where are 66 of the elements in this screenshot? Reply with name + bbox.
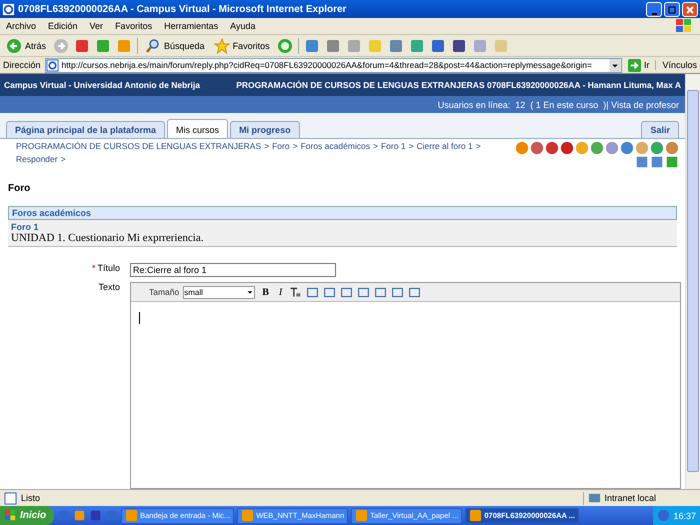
breadcrumb-link[interactable]: Responder (16, 154, 58, 164)
windows-logo-icon (674, 18, 694, 34)
text-label: Texto (98, 282, 120, 292)
menu-item[interactable]: Favoritos (115, 21, 152, 31)
links-label[interactable]: Vínculos (655, 60, 697, 70)
status-text: Listo (21, 493, 40, 503)
menu-item[interactable]: Ver (90, 21, 104, 31)
title-label: Título (97, 263, 120, 273)
breadcrumb-link[interactable]: Foros académicos (300, 141, 370, 151)
title-input[interactable]: Re:Cierre al foro 1 (130, 263, 336, 277)
logout-button[interactable]: Salir (641, 121, 679, 138)
menu-item[interactable]: Herramientas (164, 21, 218, 31)
clock: 16:37 (673, 510, 696, 520)
go-button[interactable]: Ir (626, 58, 652, 72)
menu-item[interactable]: Ayuda (230, 21, 256, 31)
online-users-text: Usuarios en línea: 12 ( 1 En este curso )| Vista de profesor (438, 100, 679, 110)
minimize-icon (652, 12, 656, 14)
breadcrumb-link[interactable]: Cierre al foro 1 (416, 141, 473, 151)
breadcrumb-link[interactable]: Foro (272, 141, 290, 151)
minimize-button[interactable] (646, 2, 662, 16)
tab[interactable]: Mis cursos (167, 119, 228, 138)
breadcrumb-separator: > (408, 141, 414, 151)
forum-description: UNIDAD 1. Cuestionario Mi exprreriencia. (11, 232, 204, 244)
tab[interactable]: Página principal de la plataforma (6, 121, 166, 138)
breadcrumb-separator: > (264, 141, 270, 151)
bold-button[interactable]: B (259, 286, 272, 298)
page-icon (4, 492, 17, 504)
page-heading: Foro (7, 182, 32, 196)
zone-text: Intranet local (604, 493, 656, 503)
maximize-button[interactable] (664, 2, 680, 16)
windows-logo-icon (4, 509, 17, 522)
favorites-button[interactable]: Favoritos (212, 38, 272, 54)
scrollbar[interactable] (685, 74, 700, 489)
forward-icon[interactable] (53, 38, 70, 54)
breadcrumb-separator: > (476, 141, 481, 151)
course-title: PROGRAMACIÓN DE CURSOS DE LENGUAS EXTRANJERAS 0708FL63920000026AA - Hamann Lituma, Max A (236, 80, 681, 90)
dropdown-icon[interactable] (608, 58, 621, 72)
site-title: Campus Virtual - Universidad Antonio de Nebrija (4, 80, 200, 90)
address-label: Dirección (3, 60, 41, 70)
breadcrumb-link[interactable]: PROGRAMACIÓN DE CURSOS DE LENGUAS EXTRANJERAS (16, 141, 262, 151)
forum-link[interactable]: Foro 1 (11, 222, 39, 232)
go-arrow-icon (628, 58, 641, 72)
italic-button[interactable]: I (276, 286, 286, 298)
size-dropdown[interactable]: small (183, 286, 256, 298)
close-button[interactable] (682, 2, 698, 16)
search-icon (145, 38, 162, 54)
menu-item[interactable]: Edición (48, 21, 78, 31)
page-icon (46, 58, 59, 72)
start-button[interactable]: Inicio (0, 506, 54, 525)
star-icon (214, 38, 230, 54)
breadcrumb-separator: > (292, 141, 298, 151)
search-button[interactable]: Búsqueda (143, 38, 207, 54)
breadcrumb-separator: > (60, 154, 66, 164)
tab[interactable]: Mi progreso (230, 121, 300, 138)
required-mark: * (92, 263, 96, 273)
close-icon (685, 4, 695, 14)
text-color-icon[interactable] (289, 286, 302, 298)
breadcrumb-link[interactable]: Foro 1 (380, 141, 406, 151)
menu-item[interactable]: Archivo (6, 21, 36, 31)
address-field[interactable]: http://cursos.nebrija.es/main/forum/reply.php?cidReq=0708FL63920000026AA&forum=4&thread=28&post=44&action=replymessage&origin= (44, 58, 622, 72)
breadcrumb-separator: > (373, 141, 378, 151)
restore-icon (667, 4, 677, 14)
size-label: Tamaño (149, 287, 180, 297)
window-title: 0708FL63920000026AA - Campus Virtual - Microsoft Internet Explorer (18, 4, 348, 14)
forum-category-link[interactable]: Foros académicos (12, 208, 92, 218)
back-button[interactable]: Atrás (4, 38, 48, 54)
